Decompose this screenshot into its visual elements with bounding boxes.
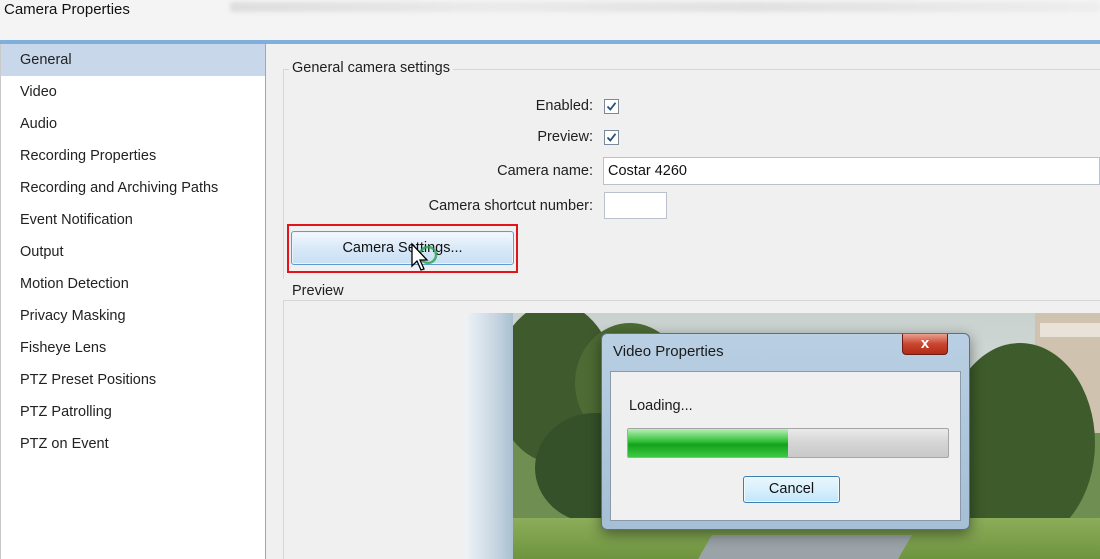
- window-title: Camera Properties: [4, 1, 130, 18]
- progress-fill: [628, 429, 788, 457]
- preview-building-window: [1040, 323, 1100, 337]
- dialog-title: Video Properties: [613, 343, 724, 360]
- preview-group-border: [283, 300, 1100, 301]
- dialog-close-button[interactable]: x: [902, 334, 948, 355]
- general-group-title: General camera settings: [289, 60, 453, 76]
- general-group-left-border: [283, 69, 284, 279]
- preview-label: Preview:: [537, 129, 593, 145]
- enabled-checkbox[interactable]: [604, 99, 619, 114]
- video-properties-dialog: Video Properties x Loading... Cancel: [601, 333, 970, 530]
- preview-checkbox[interactable]: [604, 130, 619, 145]
- sidebar-item-output[interactable]: Output: [1, 236, 265, 268]
- window-titlebar: Camera Properties: [0, 0, 1100, 40]
- sidebar-item-general[interactable]: General: [1, 44, 265, 76]
- sidebar-item-ptz-preset-positions[interactable]: PTZ Preset Positions: [1, 364, 265, 396]
- sidebar-item-audio[interactable]: Audio: [1, 108, 265, 140]
- preview-wall: [465, 313, 513, 559]
- sidebar-item-ptz-patrolling[interactable]: PTZ Patrolling: [1, 396, 265, 428]
- sidebar-item-fisheye-lens[interactable]: Fisheye Lens: [1, 332, 265, 364]
- checkmark-icon: [606, 102, 617, 111]
- sidebar: General Video Audio Recording Properties…: [0, 44, 266, 559]
- sidebar-item-privacy-masking[interactable]: Privacy Masking: [1, 300, 265, 332]
- cancel-button[interactable]: Cancel: [743, 476, 840, 503]
- sidebar-item-event-notification[interactable]: Event Notification: [1, 204, 265, 236]
- loading-status-text: Loading...: [629, 398, 693, 414]
- sidebar-item-recording-properties[interactable]: Recording Properties: [1, 140, 265, 172]
- checkmark-icon: [606, 133, 617, 142]
- camera-settings-button[interactable]: Camera Settings...: [291, 231, 514, 265]
- camera-shortcut-label: Camera shortcut number:: [428, 198, 593, 214]
- camera-shortcut-input[interactable]: [604, 192, 667, 219]
- sidebar-item-motion-detection[interactable]: Motion Detection: [1, 268, 265, 300]
- camera-name-label: Camera name:: [497, 163, 593, 179]
- dialog-body: Loading... Cancel: [610, 371, 961, 521]
- close-icon: x: [920, 335, 930, 352]
- preview-group-left-border: [283, 300, 284, 559]
- sidebar-item-ptz-on-event[interactable]: PTZ on Event: [1, 428, 265, 460]
- sidebar-item-recording-archiving-paths[interactable]: Recording and Archiving Paths: [1, 172, 265, 204]
- enabled-label: Enabled:: [535, 98, 593, 114]
- preview-road: [698, 535, 912, 559]
- sidebar-item-video[interactable]: Video: [1, 76, 265, 108]
- preview-group-title: Preview: [289, 283, 347, 299]
- blurred-background-text: [230, 2, 1100, 12]
- loading-progress-bar: [627, 428, 949, 458]
- mouse-cursor-icon: [411, 242, 438, 271]
- camera-name-input[interactable]: [603, 157, 1100, 185]
